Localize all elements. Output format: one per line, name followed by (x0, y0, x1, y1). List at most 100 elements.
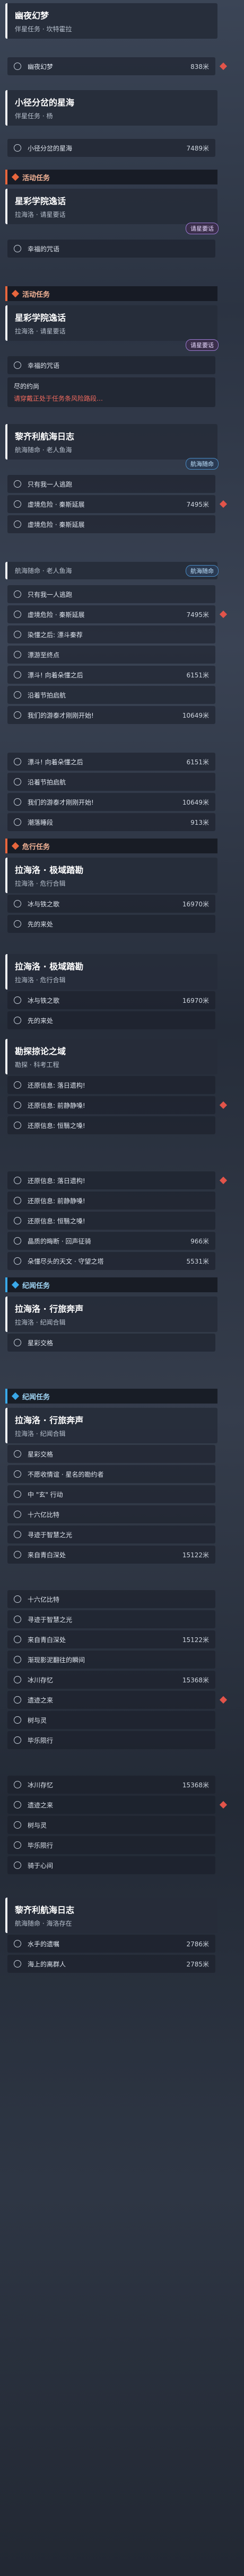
step-distance: 7495米 (186, 500, 209, 508)
quest-step-row[interactable]: 朵懂尽头的天文 · 守望之塔 5531米 (7, 1252, 215, 1270)
section-header-activity[interactable]: 活动任务 (5, 286, 217, 301)
step-circle-icon (14, 996, 21, 1004)
quest-title: 小径分岔的星海 (15, 98, 75, 108)
quest-title-block[interactable]: 拉海洛 · 行旅奔声 拉海洛 · 纪闻合辑 (5, 1296, 217, 1332)
section-header-memo[interactable]: 纪闻任务 (5, 1389, 217, 1404)
quest-step-row[interactable]: 渐现影泥翻往的瞬间 (7, 1651, 215, 1669)
section-header-memo[interactable]: 纪闻任务 (5, 1277, 217, 1292)
quest-step-row[interactable]: 遗迹之来 (7, 1691, 215, 1709)
quest-step-row[interactable]: 只有我一人逃跑 (7, 585, 215, 603)
quest-title-block[interactable]: 小径分岔的星海 伴星任务 · 杨 (5, 90, 217, 126)
step-circle-icon (14, 758, 21, 765)
quest-step-row[interactable]: 中 "玄" 行动 (7, 1485, 215, 1503)
section-label: 活动任务 (22, 290, 50, 299)
quest-title-block[interactable]: 拉海洛 · 极域踏勘 拉海洛 · 危行合辑 (5, 858, 217, 893)
quest-step-row[interactable]: 我们的游泰才刚刚开始! 10649米 (7, 793, 215, 811)
quest-warning[interactable]: 尽的约尚 请穿戴正处于任务条风险路段… (7, 377, 215, 407)
step-circle-icon (14, 1081, 21, 1089)
step-circle-icon (14, 920, 21, 928)
quest-step-row[interactable]: 海上的离群人 2785米 (7, 1955, 215, 1973)
quest-step-row[interactable]: 虚境危险 · 秦斯延展 (7, 515, 215, 533)
quest-title-block[interactable]: 幽夜幻梦 伴星任务 · 坎特霍拉 (5, 3, 217, 39)
quest-step-row[interactable]: 虚境危险 · 秦斯延展 7495米 (7, 495, 215, 513)
quest-title-block[interactable]: 黎齐利航海日志 航海随命 · 老人鱼海 (5, 424, 217, 460)
quest-step-row[interactable]: 冰川存忆 15368米 (7, 1671, 215, 1689)
step-label: 遗迹之来 (28, 1696, 54, 1704)
quest-step-row[interactable]: 十六亿比特 (7, 1505, 215, 1523)
quest-title-block[interactable]: 星彩学院逸话 拉海洛 · 请星要话 (5, 305, 217, 341)
quest-step-row[interactable]: 染懂之后: 漂斗秦荐 (7, 625, 215, 643)
map-marker-icon (219, 1696, 228, 1704)
quest-step-row[interactable]: 沿着节拍启航 (7, 773, 215, 791)
quest-step-row[interactable]: 先的来处 (7, 1011, 215, 1029)
diamond-icon (11, 842, 20, 850)
quest-step-row[interactable]: 星彩交格 (7, 1334, 215, 1352)
quest-step-row[interactable]: 还原信息: 落日遗构! (7, 1171, 215, 1189)
quest-title: 拉海洛 · 极域踏勘 (15, 961, 84, 972)
step-circle-icon (14, 818, 21, 826)
quest-step-row[interactable]: 幸福的咒语 (7, 240, 215, 258)
quest-title: 拉海洛 · 行旅奔声 (15, 1415, 84, 1425)
quest-step-row[interactable]: 沿着节拍启航 (7, 686, 215, 704)
step-distance: 16970米 (182, 900, 209, 908)
section-header-danger[interactable]: 危行任务 (5, 839, 217, 853)
step-circle-icon (14, 1781, 21, 1788)
quest-step-row[interactable]: 毕乐陨行 (7, 1731, 215, 1749)
step-circle-icon (14, 671, 21, 678)
quest-step-row[interactable]: 十六亿比特 (7, 1590, 215, 1608)
quest-step-row[interactable]: 还原信息: 前静静嗓! (7, 1192, 215, 1210)
quest-step-row[interactable]: 我们的游泰才刚刚开始! 10649米 (7, 706, 215, 724)
quest-step-row[interactable]: 还原信息: 前静静嗓! (7, 1096, 215, 1114)
quest-step-row[interactable]: 毕乐陨行 (7, 1836, 215, 1854)
quest-title-block[interactable]: 拉海洛 · 极域踏勘 拉海洛 · 危行合辑 (5, 954, 217, 990)
quest-subtitle: 拉海洛 · 危行合辑 (15, 880, 66, 887)
quest-step-row[interactable]: 冰与铁之歌 16970米 (7, 991, 215, 1009)
quest-step-row[interactable]: 星彩交格 (7, 1445, 215, 1463)
quest-step-row[interactable]: 小径分岔的星海 7489米 (7, 139, 215, 157)
step-label: 不愿收情谊 · 星名的勘约者 (28, 1470, 104, 1478)
quest-step-row[interactable]: 先的来处 (7, 915, 215, 933)
step-label: 幽夜幻梦 (28, 63, 54, 70)
warning-note: 请穿戴正处于任务条风险路段… (14, 395, 103, 402)
quest-step-row[interactable]: 潮落睡段 913米 (7, 813, 215, 831)
quest-step-row[interactable]: 虚境危险 · 秦斯延展 7495米 (7, 605, 215, 623)
section-label: 危行任务 (22, 843, 50, 851)
quest-step-row[interactable]: 晶质的晦断 · 回声征骑 966米 (7, 1232, 215, 1250)
quest-title-block[interactable]: 星彩学院逸话 拉海洛 · 请星要话 (5, 189, 217, 224)
quest-step-row[interactable]: 还原信息: 恒翳之嗓! (7, 1212, 215, 1230)
quest-step-row[interactable]: 还原信息: 落日遗构! (7, 1076, 215, 1094)
quest-step-row[interactable]: 幽夜幻梦 838米 (7, 57, 215, 75)
quest-step-row[interactable]: 漂游至终点 (7, 646, 215, 664)
quest-step-row[interactable]: 漂斗! 向着朵懂之后 6151米 (7, 666, 215, 684)
quest-step-row[interactable]: 冰川存忆 15368米 (7, 1776, 215, 1794)
quest-step-row[interactable]: 只有我一人逃跑 (7, 475, 215, 493)
quest-step-row[interactable]: 冰与铁之歌 16970米 (7, 895, 215, 913)
quest-step-row[interactable]: 寻迹于智慧之光 (7, 1525, 215, 1543)
step-label: 寻迹于智慧之光 (28, 1616, 73, 1624)
diamond-icon (11, 1281, 20, 1289)
step-label: 晶质的晦断 · 回声征骑 (28, 1237, 91, 1245)
quest-step-row[interactable]: 来自青白深处 15122米 (7, 1630, 215, 1648)
step-distance: 15122米 (182, 1551, 209, 1559)
quest-step-row[interactable]: 遗迹之来 (7, 1796, 215, 1814)
quest-title-block[interactable]: 黎齐利航海日志 航海随命 · 海洛存在 (5, 1898, 217, 1933)
step-distance: 6151米 (186, 758, 209, 766)
quest-title: 勘探掠论之域 (15, 1046, 66, 1056)
quest-title-block[interactable]: 勘探掠论之域 勘探 · 科考工程 (5, 1039, 217, 1074)
quest-title-block[interactable]: 拉海洛 · 行旅奔声 拉海洛 · 纪闻合辑 (5, 1408, 217, 1443)
step-circle-icon (14, 798, 21, 806)
section-header-activity[interactable]: 活动任务 (5, 170, 217, 184)
quest-step-row[interactable]: 漂斗! 向着朵懂之后 6151米 (7, 753, 215, 771)
step-distance: 2786米 (186, 1940, 209, 1948)
quest-step-row[interactable]: 不愿收情谊 · 星名的勘约者 (7, 1465, 215, 1483)
quest-step-row[interactable]: 还原信息: 恒翳之嗓! (7, 1116, 215, 1134)
step-distance: 5531米 (186, 1257, 209, 1265)
quest-step-row[interactable]: 幸福的咒语 (7, 356, 215, 374)
quest-step-row[interactable]: 水手的遗嘱 2786米 (7, 1935, 215, 1953)
quest-step-row[interactable]: 树与灵 (7, 1711, 215, 1729)
quest-step-row[interactable]: 骑于心间 (7, 1856, 215, 1874)
quest-step-row[interactable]: 来自青白深处 15122米 (7, 1546, 215, 1564)
step-circle-icon (14, 1960, 21, 1968)
quest-step-row[interactable]: 寻迹于智慧之光 (7, 1610, 215, 1628)
quest-step-row[interactable]: 树与灵 (7, 1816, 215, 1834)
